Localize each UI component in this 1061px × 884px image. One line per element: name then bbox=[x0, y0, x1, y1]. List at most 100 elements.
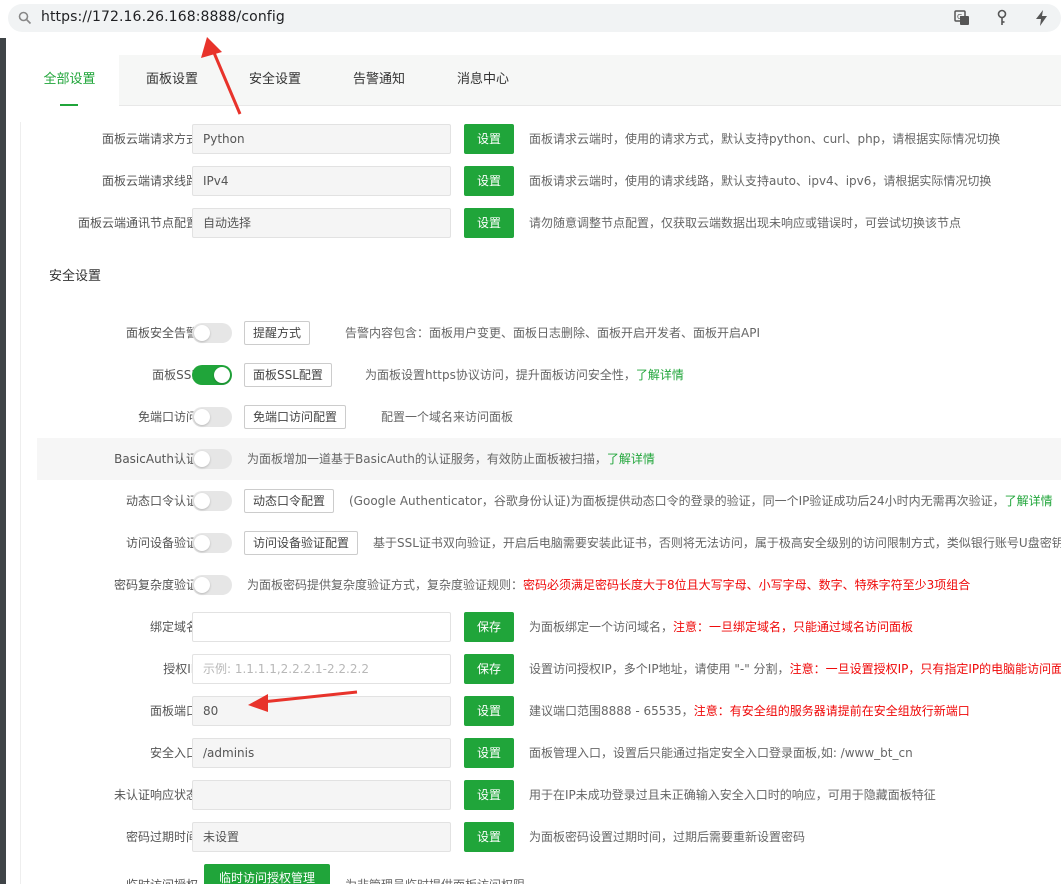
bind-domain-desc-text: 为面板绑定一个访问域名， bbox=[529, 620, 674, 634]
row-pwd-complexity: 密码复杂度验证 为面板密码提供复杂度验证方式，复杂度验证规则：密码必须满足密码长… bbox=[37, 564, 1061, 606]
row-temp-auth: 临时访问授权 临时访问授权管理 为非管理员临时提供面板访问权限 bbox=[37, 864, 1061, 884]
auth-ip-input[interactable]: 示例: 1.1.1.1,2.2.2.1-2.2.2.2 bbox=[192, 654, 451, 684]
settings-content: 面板云端请求方式 Python 设置 面板请求云端时，使用的请求方式，默认支持p… bbox=[20, 122, 1061, 884]
panel-ssl-toggle[interactable] bbox=[192, 365, 232, 385]
bind-domain-desc: 为面板绑定一个访问域名，注意：一旦绑定域名，只能通过域名访问面板 bbox=[529, 606, 913, 648]
pwd-expire-desc: 为面板密码设置过期时间，过期后需要重新设置密码 bbox=[529, 830, 806, 844]
label-bind-domain: 绑定域名 bbox=[149, 620, 198, 634]
label-pwd-complexity: 密码复杂度验证 bbox=[113, 578, 198, 592]
device-verify-config-button[interactable]: 访问设备验证配置 bbox=[244, 531, 359, 555]
tab-alarm-notify[interactable]: 告警通知 bbox=[330, 55, 428, 106]
row-device-verify: 访问设备验证 访问设备验证配置 基于SSL证书双向验证，开启后电脑需要安装此证书… bbox=[37, 522, 1061, 564]
section-title-security: 安全设置 bbox=[49, 269, 102, 284]
row-security-entry: 安全入口 /adminis 设置 面板管理入口，设置后只能通过指定安全入口登录面… bbox=[37, 732, 1061, 774]
address-bar[interactable]: https://172.16.26.168:8888/config G bbox=[8, 4, 1061, 32]
tab-security-settings[interactable]: 安全设置 bbox=[226, 55, 324, 106]
pwd-complexity-desc-text: 为面板密码提供复杂度验证方式，复杂度验证规则： bbox=[247, 578, 524, 592]
row-bind-domain: 绑定域名 保存 为面板绑定一个访问域名，注意：一旦绑定域名，只能通过域名访问面板 bbox=[37, 606, 1061, 648]
device-verify-toggle[interactable] bbox=[192, 533, 232, 553]
search-icon bbox=[18, 11, 32, 25]
panel-port-desc-text: 建议端口范围8888 - 65535， bbox=[529, 704, 694, 718]
panel-port-warning: 注意：有安全组的服务器请提前在安全组放行新端口 bbox=[693, 704, 970, 718]
temp-auth-desc: 为非管理员临时提供面板访问权限 bbox=[345, 864, 525, 884]
auth-ip-desc-text: 设置访问授权IP，多个IP地址，请使用 "-" 分割， bbox=[529, 662, 790, 676]
no-port-desc: 配置一个域名来访问面板 bbox=[381, 410, 514, 424]
bind-domain-save-button[interactable]: 保存 bbox=[464, 612, 514, 642]
cloud-node-desc: 请勿随意调整节点配置，仅获取云端数据出现未响应或错误时，可尝试切换该节点 bbox=[529, 216, 962, 230]
label-security-entry: 安全入口 bbox=[149, 746, 198, 760]
cloud-method-desc: 面板请求云端时，使用的请求方式，默认支持python、curl、php，请根据实… bbox=[529, 132, 1001, 146]
row-auth-ip: 授权IP 示例: 1.1.1.1,2.2.2.1-2.2.2.2 保存 设置访问… bbox=[37, 648, 1061, 690]
no-port-toggle[interactable] bbox=[192, 407, 232, 427]
label-unauth-status: 未认证响应状态 bbox=[113, 788, 198, 802]
row-cloud-line: 面板云端请求线路 IPv4 设置 面板请求云端时，使用的请求线路，默认支持aut… bbox=[37, 160, 1061, 202]
otp-detail-link[interactable]: 了解详情 bbox=[1005, 494, 1053, 508]
no-port-config-button[interactable]: 免端口访问配置 bbox=[244, 405, 347, 429]
auth-ip-save-button[interactable]: 保存 bbox=[464, 654, 514, 684]
svg-text:G: G bbox=[957, 13, 962, 21]
cloud-node-set-button[interactable]: 设置 bbox=[464, 208, 514, 238]
auth-ip-desc: 设置访问授权IP，多个IP地址，请使用 "-" 分割，注意：一旦设置授权IP，只… bbox=[529, 648, 1061, 690]
settings-tabs: 全部设置 面板设置 安全设置 告警通知 消息中心 bbox=[20, 55, 1061, 106]
tab-message-center[interactable]: 消息中心 bbox=[434, 55, 532, 106]
cloud-node-select[interactable]: 自动选择 bbox=[192, 208, 451, 238]
security-entry-desc: 面板管理入口，设置后只能通过指定安全入口登录面板,如: /www_bt_cn bbox=[529, 746, 913, 760]
row-panel-port: 面板端口 80 设置 建议端口范围8888 - 65535，注意：有安全组的服务… bbox=[37, 690, 1061, 732]
bind-domain-warning: 注意：一旦绑定域名，只能通过域名访问面板 bbox=[673, 620, 914, 634]
unauth-status-desc: 用于在IP未成功登录过且未正确输入安全入口时的响应，可用于隐藏面板特征 bbox=[529, 788, 936, 802]
tab-all-settings[interactable]: 全部设置 bbox=[20, 55, 119, 106]
label-cloud-method: 面板云端请求方式 bbox=[101, 132, 198, 146]
row-security-alarm: 面板安全告警 提醒方式 告警内容包含：面板用户变更、面板日志删除、面板开启开发者… bbox=[37, 312, 1061, 354]
cloud-line-select[interactable]: IPv4 bbox=[192, 166, 451, 196]
label-panel-port: 面板端口 bbox=[149, 704, 198, 718]
label-device-verify: 访问设备验证 bbox=[125, 536, 198, 550]
panel-ssl-desc: 为面板设置https协议访问，提升面板访问安全性，了解详情 bbox=[365, 354, 684, 396]
cloud-method-select[interactable]: Python bbox=[192, 124, 451, 154]
label-security-alarm: 面板安全告警 bbox=[125, 326, 198, 340]
url-text[interactable]: https://172.16.26.168:8888/config bbox=[41, 9, 285, 25]
row-cloud-method: 面板云端请求方式 Python 设置 面板请求云端时，使用的请求方式，默认支持p… bbox=[37, 118, 1061, 160]
key-icon[interactable] bbox=[993, 9, 1011, 27]
label-no-port: 免端口访问 bbox=[137, 410, 198, 424]
otp-toggle[interactable] bbox=[192, 491, 232, 511]
security-entry-set-button[interactable]: 设置 bbox=[464, 738, 514, 768]
left-sidebar-edge bbox=[0, 38, 6, 884]
security-alarm-desc: 告警内容包含：面板用户变更、面板日志删除、面板开启开发者、面板开启API bbox=[345, 326, 760, 340]
security-alarm-toggle[interactable] bbox=[192, 323, 232, 343]
browser-toolbar: https://172.16.26.168:8888/config G bbox=[0, 0, 1061, 38]
panel-port-desc: 建议端口范围8888 - 65535，注意：有安全组的服务器请提前在安全组放行新… bbox=[529, 690, 970, 732]
otp-desc-text: (Google Authenticator，谷歌身份认证)为面板提供动态口令的登… bbox=[349, 494, 1005, 508]
unauth-status-select[interactable] bbox=[192, 780, 451, 810]
pwd-expire-set-button[interactable]: 设置 bbox=[464, 822, 514, 852]
label-basicauth: BasicAuth认证 bbox=[114, 452, 198, 466]
tab-panel-settings[interactable]: 面板设置 bbox=[123, 55, 221, 106]
bind-domain-input[interactable] bbox=[192, 612, 451, 642]
cloud-method-set-button[interactable]: 设置 bbox=[464, 124, 514, 154]
translate-icon[interactable]: G bbox=[953, 9, 971, 27]
panel-ssl-desc-text: 为面板设置https协议访问，提升面板访问安全性， bbox=[365, 368, 636, 382]
pwd-expire-input[interactable]: 未设置 bbox=[192, 822, 451, 852]
panel-port-input[interactable]: 80 bbox=[192, 696, 451, 726]
row-cloud-node: 面板云端通讯节点配置 自动选择 设置 请勿随意调整节点配置，仅获取云端数据出现未… bbox=[37, 202, 1061, 244]
pwd-complexity-warning: 密码必须满足密码长度大于8位且大写字母、小写字母、数字、特殊字符至少3项组合 bbox=[523, 578, 971, 592]
cloud-line-set-button[interactable]: 设置 bbox=[464, 166, 514, 196]
temp-auth-manage-button[interactable]: 临时访问授权管理 bbox=[204, 864, 330, 884]
basicauth-detail-link[interactable]: 了解详情 bbox=[607, 452, 655, 466]
remind-method-button[interactable]: 提醒方式 bbox=[244, 321, 311, 345]
cloud-line-desc: 面板请求云端时，使用的请求线路，默认支持auto、ipv4、ipv6，请根据实际… bbox=[529, 174, 992, 188]
panel-ssl-config-button[interactable]: 面板SSL配置 bbox=[244, 363, 332, 387]
label-cloud-line: 面板云端请求线路 bbox=[101, 174, 198, 188]
label-cloud-node: 面板云端通讯节点配置 bbox=[77, 216, 198, 230]
unauth-status-set-button[interactable]: 设置 bbox=[464, 780, 514, 810]
otp-config-button[interactable]: 动态口令配置 bbox=[244, 489, 335, 513]
basicauth-toggle[interactable] bbox=[192, 449, 232, 469]
lightning-icon[interactable] bbox=[1033, 9, 1051, 27]
security-entry-input[interactable]: /adminis bbox=[192, 738, 451, 768]
pwd-complexity-toggle[interactable] bbox=[192, 575, 232, 595]
panel-port-set-button[interactable]: 设置 bbox=[464, 696, 514, 726]
label-otp: 动态口令认证 bbox=[125, 494, 198, 508]
panel-ssl-detail-link[interactable]: 了解详情 bbox=[636, 368, 684, 382]
row-pwd-expire: 密码过期时间 未设置 设置 为面板密码设置过期时间，过期后需要重新设置密码 bbox=[37, 816, 1061, 858]
row-panel-ssl: 面板SSL 面板SSL配置 为面板设置https协议访问，提升面板访问安全性，了… bbox=[37, 354, 1061, 396]
label-pwd-expire: 密码过期时间 bbox=[125, 830, 198, 844]
